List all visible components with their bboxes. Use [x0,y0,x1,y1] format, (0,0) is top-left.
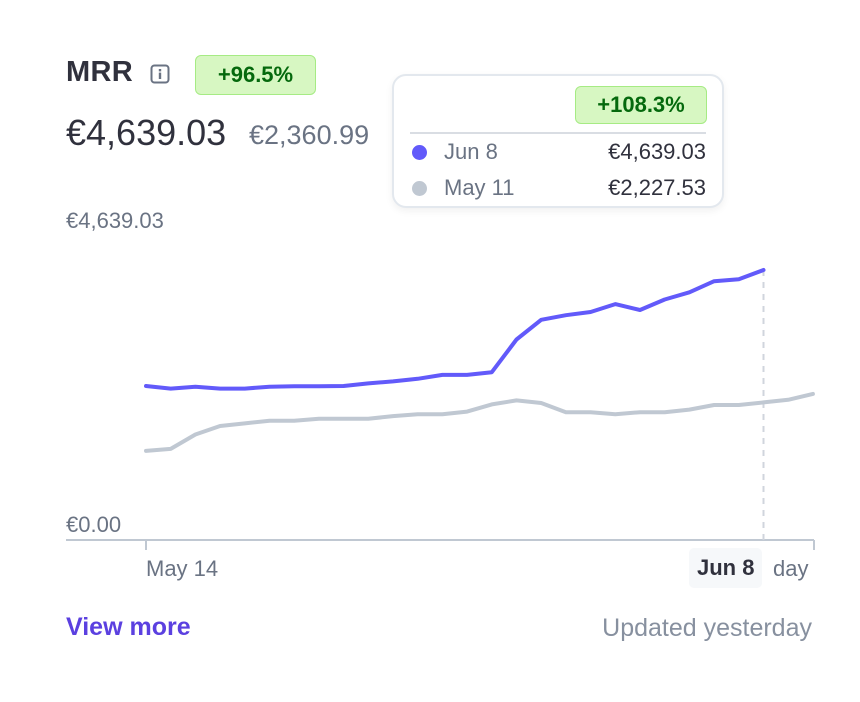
current-point [368,383,369,384]
current-point [763,270,764,271]
current-point [541,319,542,320]
comparison-point [146,450,147,451]
tooltip-date: Jun 8 [444,139,498,164]
legend-dot-current [412,145,427,160]
current-point [590,312,591,313]
comparison-point [318,418,319,419]
tooltip-date: May 11 [444,175,515,200]
x-axis-end-label: Jun 8 [689,548,763,588]
current-point [491,372,492,373]
current-point [689,292,690,293]
comparison-point [343,418,344,419]
comparison-point [195,434,196,435]
current-point [393,381,394,382]
comparison-point [442,414,443,415]
comparison-point [170,448,171,449]
current-point [244,388,245,389]
comparison-point [516,400,517,401]
current-point [294,386,295,387]
current-point [516,339,517,340]
legend-dot-comparison [412,181,427,196]
comparison-point [294,420,295,421]
tooltip-divider [410,132,706,134]
series-line-current [144,268,766,391]
tooltip-change-badge: +108.3% [575,86,707,124]
current-point [738,279,739,280]
current-point [220,388,221,389]
comparison-point [590,412,591,413]
series-line-comparison [144,391,815,453]
current-point [565,315,566,316]
comparison-point [640,412,641,413]
comparison-point [565,412,566,413]
tooltip-row-current: Jun 8 €4,639.03 [410,138,706,168]
comparison-point [244,423,245,424]
current-point [640,310,641,311]
current-point [442,374,443,375]
x-axis-start-label: May 14 [146,556,219,581]
comparison-point [393,416,394,417]
current-point [467,374,468,375]
current-point [146,386,147,387]
comparison-point [738,405,739,406]
comparison-point [615,414,616,415]
current-point [269,386,270,387]
comparison-point [541,403,542,404]
comparison-point [368,418,369,419]
current-point [664,299,665,300]
comparison-point [714,405,715,406]
chart-tooltip: +108.3% Jun 8 €4,639.03 May 11 €2,227.53 [392,74,724,208]
comparison-point [491,404,492,405]
comparison-point [664,412,665,413]
current-point [343,386,344,387]
comparison-point [763,402,764,403]
current-point [170,388,171,389]
tooltip-row-comparison: May 11 €2,227.53 [410,174,706,204]
current-point [714,281,715,282]
tooltip-amount: €4,639.03 [608,139,706,164]
comparison-point [467,411,468,412]
comparison-point [417,414,418,415]
comparison-point [812,393,813,394]
comparison-point [269,420,270,421]
current-point [615,304,616,305]
comparison-point [689,409,690,410]
view-more-link[interactable]: View more [66,613,191,642]
x-axis-unit-label: day [773,556,809,581]
tooltip-amount: €2,227.53 [608,175,706,200]
current-point [195,386,196,387]
current-point [417,378,418,379]
comparison-point [788,399,789,400]
updated-status: Updated yesterday [602,614,812,642]
current-point [318,386,319,387]
comparison-point [220,426,221,427]
